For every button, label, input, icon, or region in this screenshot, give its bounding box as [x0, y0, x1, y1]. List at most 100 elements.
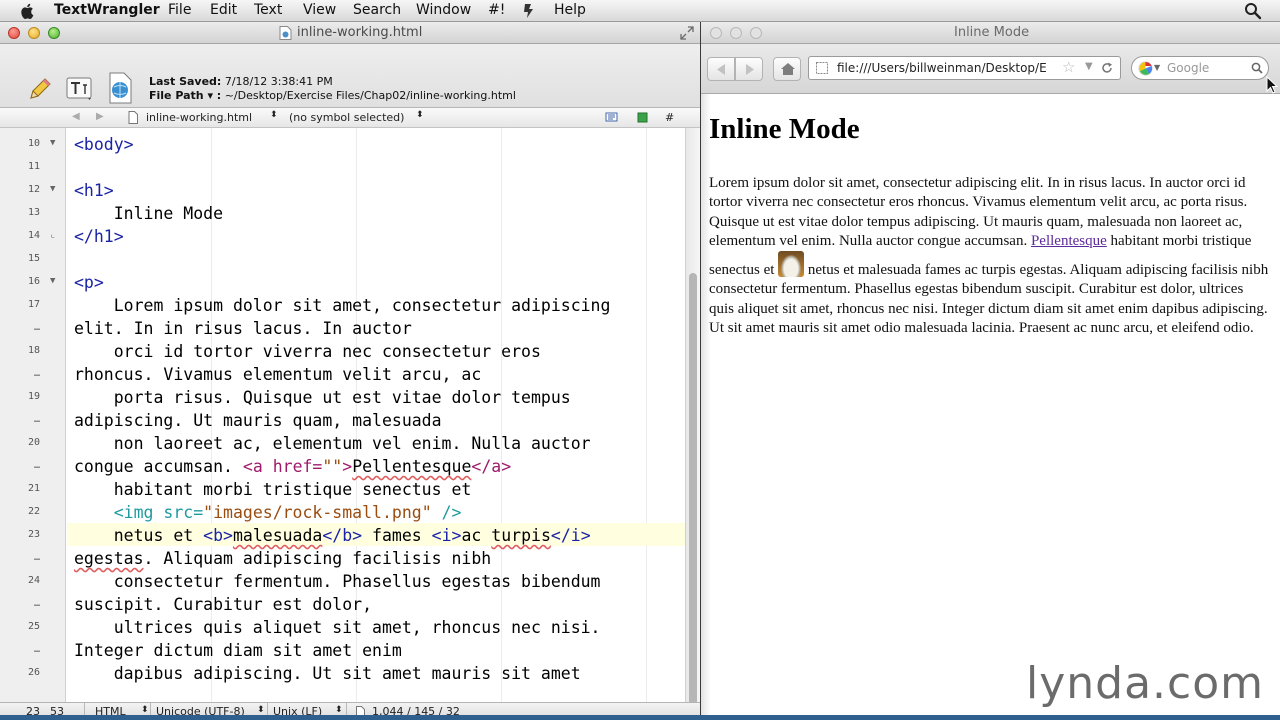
menu-window[interactable]: Window [416, 2, 471, 18]
marker-icon[interactable] [637, 112, 648, 123]
code-line: <h1> [74, 181, 114, 200]
url-text: file:///Users/billweinman/Desktop/E [837, 61, 1047, 75]
fold-toggle-icon[interactable]: ▼ [50, 138, 55, 148]
browser-close-button[interactable] [710, 27, 722, 39]
line-number: 14 [27, 230, 40, 241]
code-line: <p> [74, 273, 104, 292]
code-line: ultrices quis aliquet sit amet, rhoncus … [74, 618, 601, 637]
fold-toggle-icon[interactable]: ▼ [50, 184, 55, 194]
code-line: <body> [74, 135, 134, 154]
code-line: orci id tortor viverra nec consectetur e… [74, 342, 541, 361]
code-line: congue accumsan. <a href="">Pellentesque… [74, 457, 512, 476]
menu-view[interactable]: View [303, 2, 336, 18]
line-number: 18 [27, 345, 40, 356]
symbol-popup-arrows-icon[interactable]: ⬍ [416, 110, 424, 120]
code-line: porta risus. Quisque ut est vitae dolor … [74, 388, 571, 407]
line-number: 10 [27, 138, 40, 149]
last-saved-label: Last Saved: [149, 75, 222, 88]
back-button[interactable] [707, 57, 735, 81]
line-number: 26 [27, 667, 40, 678]
code-line: egestas. Aliquam adipiscing facilisis ni… [74, 549, 492, 568]
menu-search[interactable]: Search [353, 2, 401, 18]
page-icon [816, 62, 828, 74]
language-popup-arrows-icon[interactable]: ⬍ [141, 705, 149, 715]
zoom-button[interactable] [48, 27, 60, 39]
code-line: suscipit. Curabitur est dolor, [74, 595, 373, 614]
forward-button[interactable] [735, 57, 763, 81]
scripts-menu-icon[interactable] [522, 3, 536, 19]
code-line: adipiscing. Ut mauris quam, malesuada [74, 411, 442, 430]
symbol-popup[interactable]: (no symbol selected) [289, 111, 404, 124]
history-dropdown-icon[interactable]: ▼ [1085, 61, 1093, 72]
mouse-cursor-icon [1266, 76, 1278, 94]
home-button[interactable] [773, 57, 801, 81]
line-number: 23 [27, 529, 40, 540]
code-line: dapibus adipiscing. Ut sit amet mauris s… [74, 664, 581, 683]
document-popup[interactable]: inline-working.html [146, 111, 252, 124]
editor-toolbar: Last Saved: 7/18/12 3:38:41 PM File Path… [0, 44, 700, 108]
code-line: rhoncus. Vivamus elementum velit arcu, a… [74, 365, 482, 384]
code-line: Integer dictum diam sit amet enim [74, 641, 402, 660]
code-line: </h1> [74, 227, 124, 246]
menu-file[interactable]: File [168, 2, 191, 18]
pencil-icon[interactable] [27, 76, 53, 102]
line-number: … [33, 368, 40, 379]
code-line: non laoreet ac, elementum vel enim. Null… [74, 434, 591, 453]
fullscreen-icon[interactable] [680, 26, 694, 40]
menu-shebang[interactable]: #! [488, 2, 505, 18]
line-endings-popup-arrows-icon[interactable]: ⬍ [335, 705, 343, 715]
back-arrow-icon [717, 64, 725, 75]
reload-icon[interactable] [1101, 62, 1113, 74]
line-number: 19 [27, 391, 40, 402]
page-paragraph: Lorem ipsum dolor sit amet, consectetur … [709, 175, 1269, 337]
line-number: … [33, 414, 40, 425]
line-number: 22 [27, 506, 40, 517]
scrollbar-thumb[interactable] [689, 273, 697, 713]
line-number: 17 [27, 299, 40, 310]
line-number: 25 [27, 621, 40, 632]
previous-document-icon[interactable]: ◀ [72, 111, 80, 122]
browser-title-bar: Inline Mode [701, 22, 1280, 44]
desktop-edge [0, 715, 1280, 720]
line-number: 15 [27, 253, 40, 264]
encoding-popup-arrows-icon[interactable]: ⬍ [257, 705, 265, 715]
search-placeholder: Google [1167, 61, 1210, 75]
menu-app-name[interactable]: TextWrangler [54, 2, 160, 18]
bookmark-star-icon[interactable]: ☆ [1062, 58, 1075, 76]
search-engine-dropdown-icon[interactable]: ▼ [1154, 63, 1160, 72]
search-field[interactable]: ▼ Google [1131, 56, 1269, 80]
document-popup-arrows-icon[interactable]: ⬍ [270, 110, 278, 120]
browser-toolbar: file:///Users/billweinman/Desktop/E ☆ ▼ … [701, 44, 1280, 94]
close-button[interactable] [8, 27, 20, 39]
minimize-button[interactable] [28, 27, 40, 39]
line-number: … [33, 598, 40, 609]
fold-toggle-icon[interactable]: ⌞ [50, 230, 55, 240]
pellentesque-link[interactable]: Pellentesque [1031, 233, 1107, 249]
text-options-icon[interactable] [66, 77, 94, 101]
menu-help[interactable]: Help [554, 2, 586, 18]
browser-minimize-button[interactable] [730, 27, 742, 39]
html-document-icon [279, 26, 292, 40]
spotlight-search-icon[interactable] [1244, 2, 1262, 20]
menu-text[interactable]: Text [254, 2, 282, 18]
code-line: elit. In in risus lacus. In auctor [74, 319, 412, 338]
file-path-popup[interactable]: File Path ▾ : [149, 89, 221, 102]
home-icon [781, 63, 795, 75]
bookmark-icon[interactable] [605, 112, 619, 123]
browser-zoom-button[interactable] [750, 27, 762, 39]
line-number: … [33, 460, 40, 471]
apple-icon[interactable] [18, 2, 38, 20]
browser-window: Inline Mode file:///Users/billweinman/De… [701, 22, 1280, 715]
editor-window-title: inline-working.html [297, 25, 423, 40]
code-editor[interactable]: <body> <h1> Inline Mode </h1> <p> Lorem … [67, 128, 685, 702]
vertical-scrollbar[interactable] [685, 128, 700, 713]
document-icon [128, 111, 138, 124]
address-bar[interactable]: file:///Users/billweinman/Desktop/E ☆ ▼ [808, 56, 1121, 80]
next-document-icon[interactable]: ▶ [96, 111, 104, 122]
fold-toggle-icon[interactable]: ▼ [50, 276, 55, 286]
menu-bar: TextWrangler File Edit Text View Search … [0, 0, 1280, 22]
code-line: <img src="images/rock-small.png" /> [113, 503, 462, 522]
search-icon[interactable] [1251, 62, 1263, 74]
function-popup[interactable]: # [665, 111, 674, 124]
menu-edit[interactable]: Edit [210, 2, 237, 18]
